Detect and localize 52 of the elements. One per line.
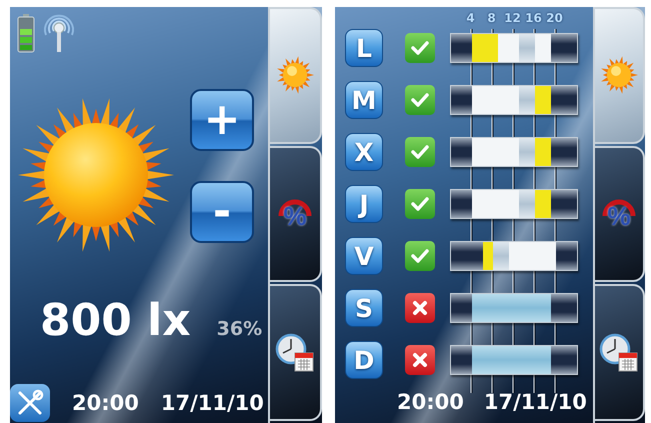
hour-label: 16: [524, 10, 543, 27]
schedule-bar[interactable]: [450, 85, 578, 115]
tick-toggle[interactable]: [405, 85, 435, 115]
tick-toggle[interactable]: [405, 241, 435, 271]
illuminance-value: 800 lx: [40, 295, 191, 346]
schedule-tab[interactable]: [270, 284, 322, 422]
increase-button[interactable]: +: [190, 89, 254, 151]
sun-icon: [275, 55, 315, 96]
cross-toggle[interactable]: [405, 345, 435, 375]
schedule-bar[interactable]: [450, 33, 578, 63]
percent-value: 36%: [216, 318, 262, 340]
percent-tab[interactable]: %: [270, 146, 322, 282]
hour-label: 4: [465, 10, 476, 27]
decrease-button[interactable]: -: [190, 181, 254, 243]
day-button[interactable]: M: [345, 81, 383, 119]
tick-toggle[interactable]: [405, 33, 435, 63]
hour-label: 8: [486, 10, 497, 27]
percent-tab[interactable]: %: [595, 146, 645, 282]
check-icon: [410, 40, 430, 56]
check-icon: [410, 144, 430, 160]
schedule-tab[interactable]: [595, 284, 645, 422]
cross-icon: [412, 352, 428, 368]
schedule-bar[interactable]: [450, 293, 578, 323]
schedule-bar[interactable]: [450, 345, 578, 375]
tools-button[interactable]: [10, 384, 50, 422]
battery-icon: [16, 13, 36, 53]
schedule-bar[interactable]: [450, 137, 578, 167]
time-text: 20:00: [397, 390, 464, 414]
day-button[interactable]: X: [345, 133, 383, 171]
clock-calendar-icon: [275, 332, 315, 373]
check-icon: [410, 196, 430, 212]
time-text: 20:00: [72, 391, 139, 415]
tick-toggle[interactable]: [405, 189, 435, 219]
check-icon: [410, 248, 430, 264]
day-button[interactable]: S: [345, 289, 383, 327]
day-button[interactable]: L: [345, 29, 383, 67]
tools-icon: [16, 389, 44, 417]
hour-label: 12: [503, 10, 522, 27]
cross-toggle[interactable]: [405, 293, 435, 323]
date-text: 17/11/10: [484, 390, 587, 414]
day-button[interactable]: J: [345, 185, 383, 223]
schedule-bar[interactable]: [450, 189, 578, 219]
clock-calendar-icon: [599, 332, 639, 373]
date-text: 17/11/10: [160, 391, 264, 415]
cross-icon: [412, 300, 428, 316]
tick-toggle[interactable]: [405, 137, 435, 167]
schedule-bar[interactable]: [450, 241, 578, 271]
day-button[interactable]: V: [345, 237, 383, 275]
check-icon: [410, 92, 430, 108]
sun-icon: [599, 55, 639, 96]
day-button[interactable]: D: [345, 341, 383, 379]
hour-label: 20: [545, 10, 564, 27]
